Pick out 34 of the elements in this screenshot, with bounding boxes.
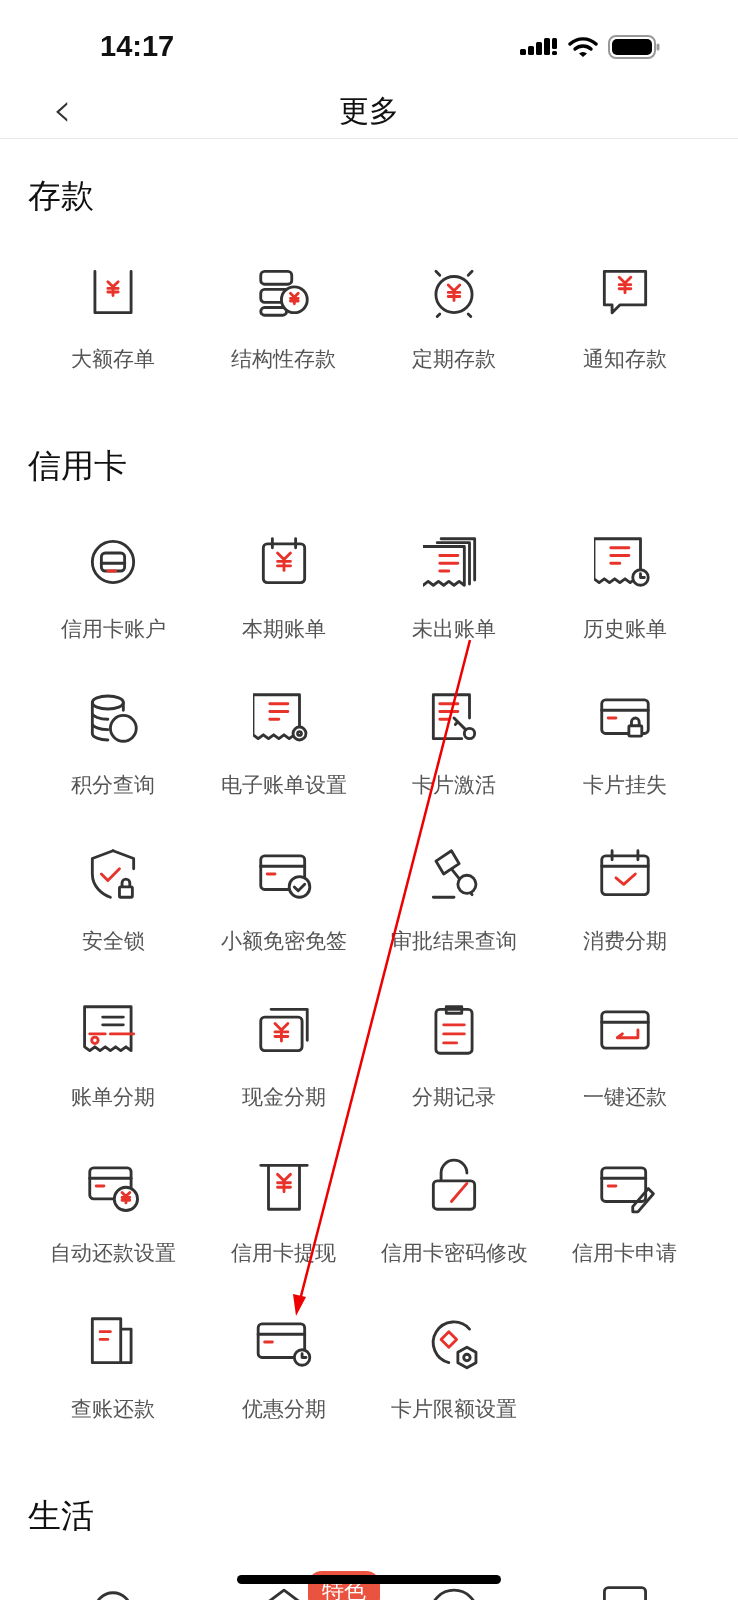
menu-item[interactable]: 信用卡账户: [28, 531, 199, 645]
menu-item[interactable]: 卡片挂失: [539, 687, 710, 801]
menu-item[interactable]: 信用卡申请: [539, 1155, 710, 1269]
menu-item[interactable]: 卡片激活: [369, 687, 540, 801]
section-title: 生活: [28, 1495, 94, 1537]
menu-item[interactable]: 历史账单: [539, 531, 710, 645]
back-button[interactable]: ‹: [44, 85, 80, 133]
menu-item[interactable]: 消费分期: [539, 843, 710, 957]
menu-item[interactable]: 本期账单: [198, 531, 369, 645]
menu-item[interactable]: 自动还款设置: [28, 1155, 199, 1269]
menu-item[interactable]: 结构性存款: [198, 261, 369, 375]
menu-item[interactable]: 信用卡密码修改: [369, 1155, 540, 1269]
menu-item[interactable]: 安全锁: [28, 843, 199, 957]
menu-item[interactable]: 定期存款: [369, 261, 540, 375]
menu-item[interactable]: 未出账单: [369, 531, 540, 645]
menu-item[interactable]: 现金分期: [198, 999, 369, 1113]
section-title: 存款: [28, 175, 94, 217]
menu-item[interactable]: 分期记录: [369, 999, 540, 1113]
menu-item[interactable]: 通知存款: [539, 261, 710, 375]
menu-item[interactable]: 电子账单设置: [198, 687, 369, 801]
page-title: 更多: [339, 92, 399, 130]
section-title: 信用卡: [28, 445, 127, 487]
menu-item[interactable]: 优惠分期: [198, 1311, 369, 1425]
wifi-icon: [568, 35, 598, 58]
menu-item[interactable]: 大额存单: [28, 261, 199, 375]
menu-item[interactable]: 查账还款: [28, 1311, 199, 1425]
menu-item[interactable]: 账单分期: [28, 999, 199, 1113]
menu-item[interactable]: 卡片限额设置: [369, 1311, 540, 1425]
status-time: 14:17: [100, 30, 175, 63]
menu-item[interactable]: 一键还款: [539, 999, 710, 1113]
battery-icon: [608, 34, 660, 59]
menu-item[interactable]: 小额免密免签: [198, 843, 369, 957]
menu-item[interactable]: 积分查询: [28, 687, 199, 801]
signal-icon: [520, 36, 558, 57]
